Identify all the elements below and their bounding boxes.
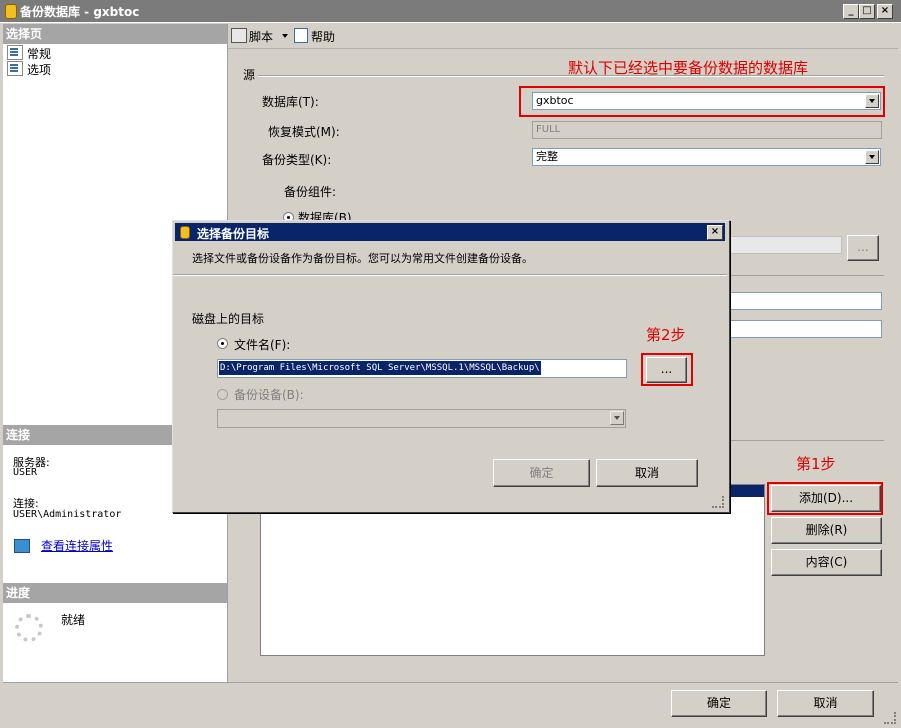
ok-button[interactable]: 确定 — [671, 690, 767, 717]
chevron-down-icon — [865, 150, 879, 164]
recovery-model-label: 恢复模式(M): — [268, 125, 340, 139]
backup-type-label: 备份类型(K): — [262, 153, 332, 167]
recovery-model-field: FULL — [532, 121, 882, 139]
dialog-title: 选择备份目标 — [197, 227, 270, 241]
page-item-general[interactable]: 常规 — [7, 45, 67, 61]
browse-files-button[interactable]: ... — [847, 235, 879, 261]
footer-divider — [3, 682, 898, 683]
file-name-radio[interactable] — [217, 338, 228, 349]
cancel-button[interactable]: 取消 — [777, 690, 874, 717]
backup-type-select[interactable]: 完整 — [532, 148, 881, 166]
database-icon — [180, 226, 190, 239]
help-icon — [294, 28, 308, 43]
dialog-resize-grip-icon[interactable] — [712, 496, 724, 508]
name-field[interactable] — [728, 236, 842, 254]
script-button[interactable]: 脚本 — [231, 27, 288, 45]
backup-device-label: 备份设备(B): — [234, 388, 304, 402]
page-item-options[interactable]: 选项 — [7, 61, 67, 77]
annotation-step2: 第2步 — [646, 326, 686, 344]
select-backup-destination-dialog: 选择备份目标 × 选择文件或备份设备作为备份目标。您可以为常用文件创建备份设备。… — [172, 220, 730, 513]
backup-component-label: 备份组件: — [284, 185, 337, 199]
dialog-divider — [173, 274, 727, 276]
help-button[interactable]: 帮助 — [294, 27, 344, 45]
backup-device-radio[interactable] — [217, 389, 228, 400]
dialog-close-icon[interactable]: × — [707, 225, 723, 240]
backup-device-select[interactable] — [217, 409, 626, 428]
page-item-label: 选项 — [27, 63, 52, 77]
expire-field[interactable] — [728, 292, 882, 310]
progress-status: 就绪 — [61, 613, 86, 627]
script-label: 脚本 — [249, 30, 274, 44]
section-divider — [728, 275, 884, 276]
help-label: 帮助 — [311, 30, 336, 44]
window-title: 备份数据库 - gxbtoc — [20, 5, 140, 19]
annotation-note: 默认下已经选中要备份数据的数据库 — [568, 59, 809, 77]
dialog-description: 选择文件或备份设备作为备份目标。您可以为常用文件创建备份设备。 — [192, 252, 533, 265]
annotation-step1: 第1步 — [796, 455, 836, 473]
dialog-title-bar: 选择备份目标 × — [175, 223, 725, 241]
page-item-label: 常规 — [27, 47, 52, 61]
maximize-icon[interactable]: □ — [859, 4, 875, 19]
backup-type-select-value: 完整 — [536, 150, 558, 163]
contents-button[interactable]: 内容(C) — [771, 549, 882, 576]
annotation-highlight-add — [767, 482, 883, 515]
minimize-icon[interactable]: _ — [843, 4, 859, 19]
progress-header: 进度 — [3, 583, 227, 603]
component-database-label: 数据库(B) — [298, 211, 352, 220]
connection-properties-icon — [14, 539, 30, 553]
file-name-label: 文件名(F): — [234, 338, 291, 352]
view-connection-properties-link[interactable]: 查看连接属性 — [41, 537, 113, 554]
dialog-ok-button[interactable]: 确定 — [493, 459, 590, 487]
database-label: 数据库(T): — [262, 95, 319, 109]
file-path-input[interactable]: D:\Program Files\Microsoft SQL Server\MS… — [217, 359, 627, 378]
dialog-cancel-button[interactable]: 取消 — [596, 459, 698, 487]
destination-divider — [728, 440, 884, 441]
connection-value: USER\Administrator — [13, 509, 122, 520]
disk-destination-label: 磁盘上的目标 — [192, 312, 265, 326]
expire-date-field[interactable] — [728, 320, 882, 338]
dropdown-arrow-icon — [282, 34, 288, 38]
remove-button[interactable]: 删除(R) — [771, 517, 882, 544]
annotation-highlight-browse — [641, 353, 693, 386]
list-item-selected[interactable] — [727, 485, 764, 497]
database-icon — [5, 4, 17, 19]
page-icon — [7, 61, 23, 76]
window-title-bar: 备份数据库 - gxbtoc _ □ × — [0, 0, 901, 23]
page-icon — [7, 45, 23, 60]
script-icon — [231, 28, 247, 43]
select-page-header: 选择页 — [3, 24, 227, 44]
resize-grip-icon[interactable] — [884, 712, 896, 724]
close-icon[interactable]: × — [877, 4, 893, 19]
toolbar: 脚本 帮助 — [228, 24, 898, 49]
file-path-value: D:\Program Files\Microsoft SQL Server\MS… — [219, 361, 541, 375]
source-section-label: 源 — [243, 68, 256, 82]
server-value: USER — [13, 467, 38, 478]
chevron-down-icon — [610, 411, 624, 425]
progress-spinner-icon — [15, 614, 43, 642]
annotation-highlight-database — [519, 86, 885, 117]
